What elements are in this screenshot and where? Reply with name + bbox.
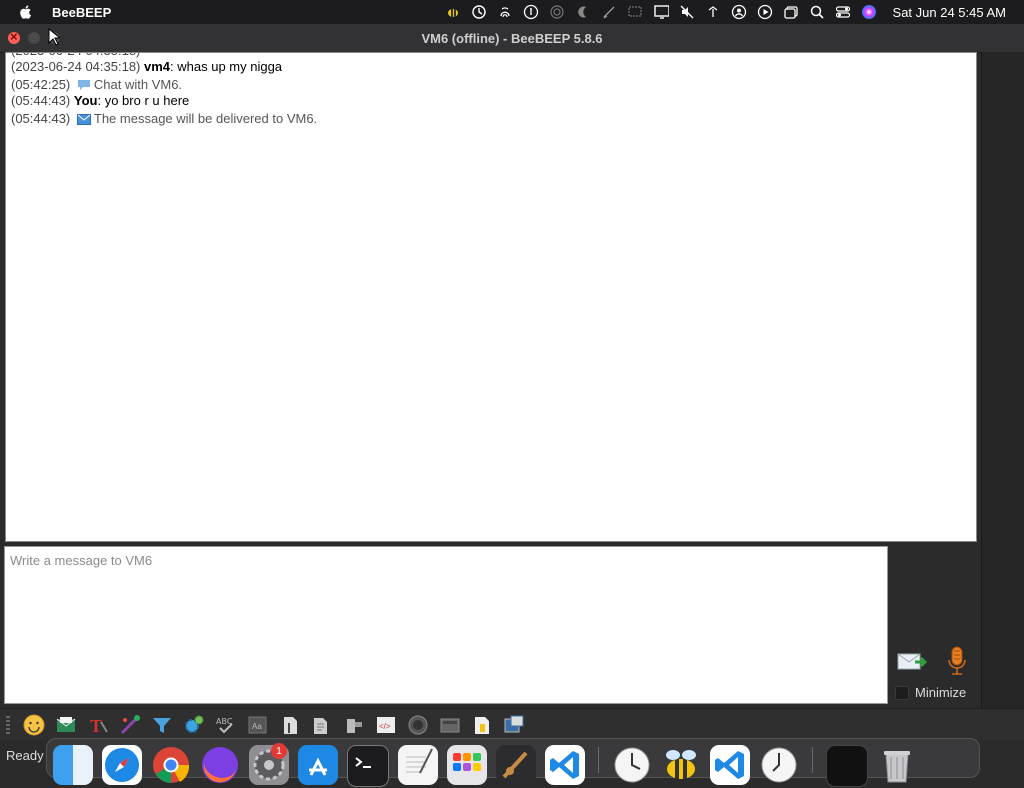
font-icon[interactable]: T bbox=[86, 713, 110, 737]
font-size-icon[interactable]: Aa bbox=[246, 713, 270, 737]
send-message-button[interactable] bbox=[897, 650, 928, 674]
firefox-icon[interactable] bbox=[200, 745, 240, 785]
focus-moon-icon[interactable] bbox=[575, 4, 591, 20]
accessibility-icon[interactable] bbox=[523, 4, 539, 20]
dock-separator bbox=[812, 747, 813, 773]
minimize-checkbox[interactable] bbox=[895, 685, 909, 700]
beebeep-icon[interactable] bbox=[661, 745, 701, 785]
clock-icon[interactable] bbox=[612, 745, 652, 785]
chat-history[interactable]: (2023-06-24 04:35:18) (2023-06-24 04:35:… bbox=[5, 52, 977, 542]
apple-menu-icon[interactable] bbox=[18, 4, 34, 20]
finder-icon[interactable] bbox=[53, 745, 93, 785]
chat-line: (2023-06-24 04:35:18) vm4: whas up my ni… bbox=[11, 59, 282, 74]
settings-gear-icon[interactable] bbox=[182, 713, 206, 737]
bee-icon[interactable] bbox=[445, 4, 461, 20]
svg-text:Aa: Aa bbox=[252, 722, 262, 731]
spellcheck-icon[interactable]: ABC bbox=[214, 713, 238, 737]
window-title: VM6 (offline) - BeeBEEP 5.8.6 bbox=[421, 30, 603, 46]
window-icon[interactable] bbox=[783, 4, 799, 20]
chat-line-sender: You bbox=[73, 93, 98, 108]
settings-badge: 1 bbox=[271, 743, 287, 759]
chat-line-timestamp: (05:42:25) bbox=[11, 77, 71, 92]
svg-text:</>: </> bbox=[379, 722, 391, 731]
screenshot-icon[interactable] bbox=[406, 713, 430, 737]
chat-line-sender: vm4 bbox=[144, 59, 171, 74]
chat-line: (05:44:43) The message will be delivered… bbox=[11, 111, 317, 128]
chat-line-timestamp: (05:44:43) bbox=[11, 111, 71, 126]
chat-line-text: Chat with VM6. bbox=[93, 77, 183, 92]
message-input[interactable] bbox=[5, 547, 887, 703]
minimize-option[interactable]: Minimize bbox=[895, 685, 966, 700]
app-menu-name[interactable]: BeeBEEP bbox=[52, 5, 111, 20]
filter-icon[interactable] bbox=[150, 713, 174, 737]
emoji-icon[interactable] bbox=[22, 713, 46, 737]
voice-message-button[interactable] bbox=[946, 646, 968, 676]
minimize-window-button[interactable] bbox=[28, 32, 40, 44]
airdrop-icon[interactable] bbox=[549, 4, 565, 20]
share-icon[interactable] bbox=[342, 713, 366, 737]
save-chat-icon[interactable] bbox=[54, 713, 78, 737]
chat-bubble-icon bbox=[77, 79, 91, 94]
launchpad-icon[interactable] bbox=[447, 745, 487, 785]
menu-extras: Sat Jun 24 5:45 AM bbox=[445, 4, 1024, 20]
chat-line-text: : whas up my nigga bbox=[170, 59, 283, 74]
code-icon[interactable]: </> bbox=[374, 713, 398, 737]
svg-text:T: T bbox=[90, 716, 102, 736]
fingerprint-icon[interactable] bbox=[497, 4, 513, 20]
system-settings-icon[interactable]: 1 bbox=[249, 743, 289, 785]
clock-recent-icon[interactable] bbox=[759, 745, 799, 785]
chat-line-timestamp: (2023-06-24 04:35:18) bbox=[11, 53, 140, 58]
screen-mirror-icon[interactable] bbox=[627, 4, 643, 20]
dock-separator bbox=[598, 747, 599, 773]
play-icon[interactable] bbox=[757, 4, 773, 20]
close-window-button[interactable] bbox=[8, 29, 20, 44]
control-center-icon[interactable] bbox=[835, 4, 851, 20]
status-bar-text: Ready bbox=[6, 748, 44, 763]
textedit-icon[interactable] bbox=[398, 745, 438, 785]
toolbar-grip[interactable] bbox=[6, 715, 10, 734]
clear-chat-icon[interactable] bbox=[470, 713, 494, 737]
window-title-bar[interactable]: VM6 (offline) - BeeBEEP 5.8.6 bbox=[0, 24, 1024, 53]
siri-icon[interactable] bbox=[861, 4, 877, 20]
send-file-icon[interactable] bbox=[278, 713, 302, 737]
mouse-cursor-icon bbox=[48, 27, 62, 49]
chat-line-timestamp: (2023-06-24 04:35:18) bbox=[11, 59, 141, 74]
mute-icon[interactable] bbox=[679, 4, 695, 20]
app-store-icon[interactable] bbox=[298, 745, 338, 785]
chat-line-text: : yo bro r u here bbox=[97, 93, 190, 108]
safari-icon[interactable] bbox=[102, 745, 142, 785]
chat-line: (05:42:25) Chat with VM6. bbox=[11, 77, 182, 94]
color-picker-icon[interactable] bbox=[118, 713, 142, 737]
folder-open-icon[interactable] bbox=[438, 713, 462, 737]
chat-line: (05:44:43) You: yo bro r u here bbox=[11, 93, 189, 108]
trash-icon[interactable] bbox=[877, 745, 917, 785]
envelope-icon bbox=[76, 113, 91, 128]
terminal-icon[interactable] bbox=[347, 745, 389, 787]
right-panel bbox=[981, 52, 1024, 708]
message-input-box bbox=[4, 546, 888, 704]
pen-off-icon[interactable] bbox=[601, 4, 617, 20]
dock: 1 bbox=[46, 738, 980, 787]
search-icon[interactable] bbox=[809, 4, 825, 20]
chat-line-timestamp: (05:44:43) bbox=[11, 93, 71, 108]
time-machine-icon[interactable] bbox=[471, 4, 487, 20]
menu-bar: BeeBEEP Sat Jun 24 5:45 AM bbox=[0, 0, 1024, 24]
chrome-icon[interactable] bbox=[151, 745, 191, 785]
display-icon[interactable] bbox=[653, 4, 669, 20]
window-detach-icon[interactable] bbox=[502, 713, 526, 737]
minimize-label: Minimize bbox=[915, 685, 967, 700]
chat-line-text: The message will be delivered to VM6. bbox=[93, 111, 318, 126]
chat-toolbar: T ABC Aa </> bbox=[0, 708, 1024, 740]
music-editor-icon[interactable] bbox=[496, 745, 536, 785]
vscode-recent-icon[interactable] bbox=[710, 745, 750, 785]
user-icon[interactable] bbox=[731, 4, 747, 20]
chat-line-partial: (2023-06-24 04:35:18) bbox=[11, 53, 140, 58]
wifi-off-icon[interactable] bbox=[705, 4, 721, 20]
screen-preview-icon[interactable] bbox=[826, 745, 868, 787]
vscode-icon[interactable] bbox=[545, 745, 585, 785]
send-folder-icon[interactable] bbox=[310, 713, 334, 737]
menu-clock[interactable]: Sat Jun 24 5:45 AM bbox=[893, 5, 1006, 20]
